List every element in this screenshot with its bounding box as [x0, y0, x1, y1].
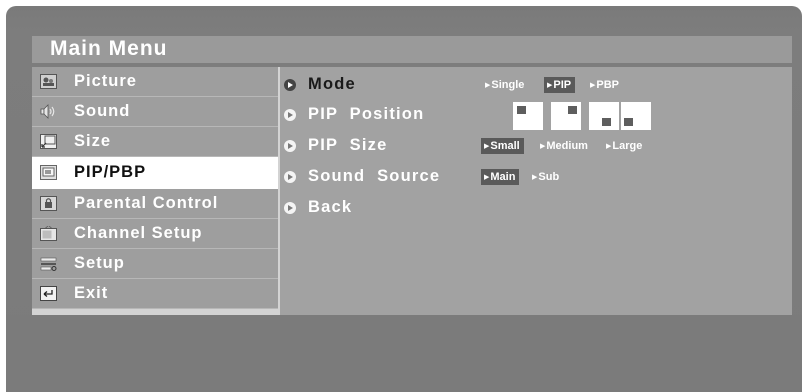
mode-choice-pip[interactable]: ▶PIP	[544, 77, 576, 93]
arrow-bullet-icon	[284, 202, 296, 214]
sound-source-choice-main[interactable]: ▶Main	[481, 169, 520, 185]
sound-source-choice-sub[interactable]: ▶Sub	[529, 169, 563, 185]
sidebar-item-label: Size	[74, 132, 112, 150]
picture-icon	[40, 74, 57, 89]
option-label: Mode	[308, 75, 356, 93]
setup-tools-icon	[40, 257, 57, 271]
sidebar-item-size[interactable]: Size	[32, 127, 278, 157]
sidebar-item-label: Exit	[74, 284, 109, 302]
option-pip-size[interactable]: PIP Size	[280, 132, 470, 160]
pip-position-bottom-left[interactable]	[589, 102, 619, 130]
option-sound-source[interactable]: Sound Source	[280, 163, 470, 191]
menu-title: Main Menu	[50, 37, 168, 60]
pip-window-marker	[568, 106, 577, 114]
speaker-icon	[40, 104, 55, 119]
sidebar-item-label: Setup	[74, 254, 125, 272]
sidebar-item-label: PIP/PBP	[74, 163, 147, 181]
arrow-bullet-icon	[284, 140, 296, 152]
option-label: Back	[308, 198, 353, 216]
option-back[interactable]: Back	[280, 194, 470, 222]
sidebar-item-sound[interactable]: Sound	[32, 97, 278, 127]
parental-lock-icon	[40, 196, 57, 211]
option-pip-position[interactable]: PIP Position	[280, 101, 470, 129]
mode-choice-pbp[interactable]: ▶PBP	[587, 77, 623, 93]
pip-icon	[40, 165, 57, 180]
option-label: Sound Source	[308, 167, 441, 185]
pip-position-top-right[interactable]	[551, 102, 581, 130]
pip-position-top-left[interactable]	[513, 102, 543, 130]
sidebar-item-setup[interactable]: Setup	[32, 249, 278, 279]
exit-return-icon	[40, 286, 57, 301]
arrow-bullet-icon	[284, 109, 296, 121]
pip-window-marker	[602, 118, 611, 126]
mode-choice-single[interactable]: ▶Single	[482, 77, 528, 93]
sidebar: Picture Sound Size PIP/PBP Parental Cont…	[32, 67, 278, 315]
sidebar-item-parental-control[interactable]: Parental Control	[32, 189, 278, 219]
size-choice-large[interactable]: ▶Large	[603, 138, 646, 154]
option-label: PIP Position	[308, 105, 425, 123]
option-mode[interactable]: Mode	[280, 71, 470, 99]
arrow-bullet-icon	[284, 171, 296, 183]
sidebar-item-label: Channel Setup	[74, 224, 203, 242]
sidebar-item-picture[interactable]: Picture	[32, 67, 278, 97]
arrow-bullet-icon	[284, 79, 296, 91]
sidebar-item-label: Picture	[74, 72, 137, 90]
sidebar-item-exit[interactable]: Exit	[32, 279, 278, 309]
size-choice-small[interactable]: ▶Small	[481, 138, 524, 154]
tv-channel-icon	[40, 226, 57, 241]
menu-footer	[6, 315, 802, 392]
sidebar-item-channel-setup[interactable]: Channel Setup	[32, 219, 278, 249]
option-label: PIP Size	[308, 136, 388, 154]
sidebar-item-label: Parental Control	[74, 194, 219, 212]
sidebar-item-label: Sound	[74, 102, 131, 120]
resize-icon	[40, 134, 57, 149]
pip-window-marker	[517, 106, 526, 114]
size-choice-medium[interactable]: ▶Medium	[537, 138, 592, 154]
pip-position-bottom-right[interactable]	[621, 102, 651, 130]
pip-window-marker	[624, 118, 633, 126]
sidebar-item-pip-pbp[interactable]: PIP/PBP	[32, 157, 278, 189]
